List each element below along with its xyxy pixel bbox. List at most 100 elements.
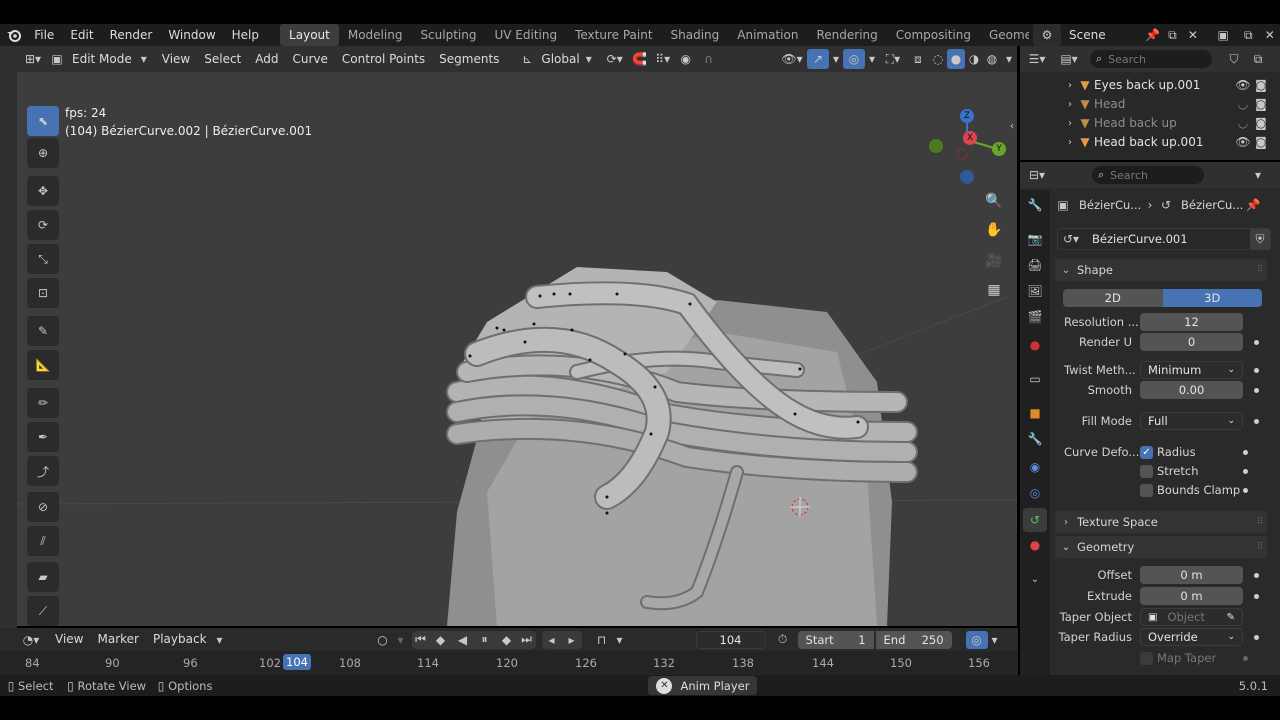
visibility-icon[interactable]: 👁▾: [777, 52, 807, 66]
viewport-menu-select[interactable]: Select: [197, 46, 248, 72]
tool-shear[interactable]: ▰: [27, 562, 59, 592]
keyframe-dot[interactable]: [1254, 387, 1259, 393]
proportional-edit-icon[interactable]: ◉: [675, 52, 697, 66]
tool-measure[interactable]: 📐: [27, 350, 59, 380]
view-layer-tab-icon[interactable]: 🖼: [1026, 284, 1044, 298]
zoom-icon[interactable]: 🔍: [983, 190, 1005, 212]
gizmo-toggle-icon[interactable]: ↗: [807, 49, 829, 69]
step-forward-icon[interactable]: ▸: [562, 631, 582, 649]
remove-scene-icon[interactable]: ✕: [1183, 28, 1204, 42]
drag-handle-icon[interactable]: ⠿: [1253, 542, 1267, 552]
expand-arrow-icon[interactable]: ›: [1064, 137, 1076, 148]
particles-tab-icon[interactable]: ◉: [1026, 460, 1044, 474]
physics-tab-icon[interactable]: ◎: [1026, 486, 1044, 500]
outliner-item-label[interactable]: Head back up: [1094, 116, 1234, 130]
fake-user-shield-icon[interactable]: ⛨: [1250, 229, 1270, 249]
tool-select-box[interactable]: ⬉: [27, 106, 59, 136]
drag-handle-icon[interactable]: ⠿: [1253, 517, 1267, 527]
scene-name[interactable]: Scene: [1069, 28, 1144, 42]
tab-layout[interactable]: Layout: [280, 24, 339, 46]
tab-geometry[interactable]: Geometry: [980, 24, 1029, 46]
shading-material-icon[interactable]: ◑: [965, 52, 983, 66]
remove-view-layer-icon[interactable]: ✕: [1260, 28, 1280, 42]
tabs-more-icon[interactable]: ⌄: [1026, 574, 1044, 585]
tab-modeling[interactable]: Modeling: [339, 24, 412, 46]
breadcrumb-data[interactable]: BézierCu...: [1181, 198, 1245, 212]
shading-wireframe-icon[interactable]: ◌: [929, 52, 947, 66]
keyframe-dot[interactable]: [1254, 634, 1259, 640]
blender-logo-icon[interactable]: [2, 24, 26, 46]
render-u-field[interactable]: 0: [1140, 333, 1243, 351]
section-texture-space-header[interactable]: › Texture Space ⠿: [1055, 511, 1267, 533]
dimensions-3d-button[interactable]: 3D: [1162, 289, 1262, 307]
timeline-editor-type-icon[interactable]: ◔▾: [14, 633, 48, 647]
pause-icon[interactable]: ⏸: [474, 631, 496, 649]
editor-type-icon[interactable]: ⊞▾: [17, 52, 49, 66]
material-tab-icon[interactable]: ●: [1026, 538, 1044, 552]
curve-data-tab-icon[interactable]: ↺: [1023, 508, 1047, 532]
3d-viewport[interactable]: fps: 24 (104) BézierCurve.002 | BézierCu…: [17, 72, 1017, 626]
taper-object-field[interactable]: ▣ Object ✎: [1140, 608, 1243, 626]
orientation-dropdown-icon[interactable]: ▾: [583, 52, 595, 66]
render-tab-icon[interactable]: 📷: [1026, 232, 1044, 246]
tab-uv-editing[interactable]: UV Editing: [485, 24, 566, 46]
menu-help[interactable]: Help: [224, 24, 267, 46]
sidebar-toggle-icon[interactable]: ‹: [1007, 120, 1017, 132]
keying-dropdown-icon[interactable]: ▾: [394, 633, 408, 647]
eye-closed-icon[interactable]: ◡: [1234, 97, 1252, 111]
taper-radius-dropdown[interactable]: Override ⌄: [1140, 628, 1243, 646]
snap-icon[interactable]: 🧲: [629, 52, 651, 66]
object-tab-icon[interactable]: ■: [1026, 406, 1044, 420]
bounds-clamp-label[interactable]: Bounds Clamp: [1157, 483, 1243, 497]
keyframe-dot[interactable]: [1243, 487, 1248, 493]
keyframe-dot[interactable]: [1243, 468, 1248, 474]
snap-target-icon[interactable]: ⠿▾: [651, 52, 675, 66]
keyframe-dot[interactable]: [1254, 593, 1259, 599]
navigation-gizmo[interactable]: Z X Y: [922, 102, 1012, 192]
dimensions-2d-button[interactable]: 2D: [1063, 289, 1163, 307]
outliner-row[interactable]: › ▼ Head back up.001 👁 ◙: [1064, 132, 1274, 152]
keyframe-dot[interactable]: [1254, 418, 1259, 424]
outliner-item-label[interactable]: Head: [1094, 97, 1234, 111]
eye-icon[interactable]: 👁: [1234, 135, 1252, 149]
mode-selector[interactable]: Edit Mode: [65, 46, 139, 72]
world-tab-icon[interactable]: ●: [1026, 338, 1044, 352]
tool-scale[interactable]: ⤡: [27, 244, 59, 274]
datablock-selector[interactable]: ↺▾ BézierCurve.001 ⛨: [1057, 228, 1271, 250]
tool-cursor[interactable]: ⊕: [27, 138, 59, 168]
tool-move[interactable]: ✥: [27, 176, 59, 206]
scene-tab-icon[interactable]: 🎬: [1026, 310, 1044, 324]
next-keyframe-icon[interactable]: ◆: [496, 631, 518, 649]
step-back-icon[interactable]: ◂: [542, 631, 562, 649]
menu-window[interactable]: Window: [160, 24, 223, 46]
keyframe-dot[interactable]: [1254, 339, 1259, 345]
breadcrumb-object[interactable]: BézierCu...: [1079, 198, 1143, 212]
stopwatch-icon[interactable]: ⏱: [772, 632, 794, 647]
shading-solid-icon[interactable]: ●: [947, 49, 965, 69]
orientation-selector[interactable]: Global: [538, 46, 582, 72]
timeline-overlay-icon[interactable]: ◎: [965, 630, 988, 649]
properties-editor-type-icon[interactable]: ⊟▾: [1020, 168, 1054, 182]
gizmo-dropdown-icon[interactable]: ▾: [829, 52, 843, 66]
resolution-field[interactable]: 12: [1140, 313, 1243, 331]
new-scene-icon[interactable]: ⧉: [1162, 28, 1183, 43]
keyframe-dot[interactable]: [1254, 572, 1259, 578]
tab-animation[interactable]: Animation: [728, 24, 807, 46]
timeline-menu-marker[interactable]: Marker: [90, 628, 145, 651]
timeline-overlay-dropdown-icon[interactable]: ▾: [988, 633, 1002, 647]
outliner-item-label[interactable]: Head back up.001: [1094, 135, 1234, 149]
tool-rotate[interactable]: ⟳: [27, 210, 59, 240]
twist-method-dropdown[interactable]: Minimum ⌄: [1140, 361, 1243, 379]
gizmo-z-axis[interactable]: Z: [960, 109, 974, 123]
modifier-tab-icon[interactable]: 🔧: [1026, 432, 1044, 446]
perspective-toggle-icon[interactable]: ▦: [983, 279, 1005, 301]
gizmo-y-axis[interactable]: Y: [992, 142, 1006, 156]
viewport-menu-add[interactable]: Add: [248, 46, 285, 72]
tool-transform[interactable]: ⊡: [27, 278, 59, 308]
pin-icon[interactable]: 📌: [1144, 28, 1163, 42]
tool-randomize[interactable]: ⟋: [27, 596, 59, 626]
outliner-row[interactable]: › ▼ Head back up ◡ ◙: [1064, 113, 1274, 133]
extrude-field[interactable]: 0 m: [1140, 587, 1243, 605]
falloff-icon[interactable]: ∩: [697, 52, 721, 66]
eye-closed-icon[interactable]: ◡: [1234, 116, 1252, 130]
